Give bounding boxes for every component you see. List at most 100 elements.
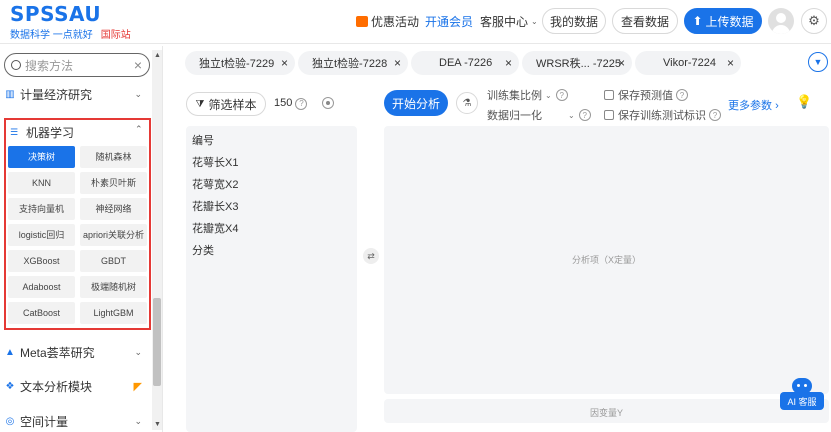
logo-text: SPSSAU — [10, 2, 102, 26]
algo-apriori[interactable]: apriori关联分析 — [80, 224, 147, 246]
intl-site-link[interactable]: 国际站 — [101, 30, 131, 41]
help-icon[interactable]: ? — [578, 109, 591, 121]
close-icon[interactable]: × — [727, 56, 734, 70]
service-center-menu[interactable]: 客服中心 ⌄ — [480, 8, 538, 34]
list-item[interactable]: 分类 — [192, 242, 214, 258]
chevron-up-icon: ⌃ — [135, 124, 143, 134]
tab-7228[interactable]: 独立t检验-7228 × — [298, 51, 408, 75]
ai-service-button[interactable]: AI 客服 — [780, 378, 824, 412]
filter-label: 筛选样本 — [208, 97, 257, 112]
algo-gbdt[interactable]: GBDT — [80, 250, 147, 272]
upload-data-button[interactable]: ⬆ 上传数据 — [684, 8, 762, 34]
search-placeholder: 搜索方法 — [25, 58, 74, 73]
y-zone-label: 因变量Y — [589, 408, 623, 418]
sidebar-scrollbar[interactable]: ▲ ▼ — [152, 50, 162, 430]
view-data-button[interactable]: 查看数据 — [612, 8, 678, 34]
sample-count-value: 150 — [274, 97, 293, 109]
tab-7225[interactable]: WRSR秩... -7225 × — [522, 51, 632, 75]
save-predictions-checkbox[interactable]: 保存预测值? — [604, 87, 688, 103]
list-item[interactable]: 花萼宽X2 — [192, 176, 238, 192]
save-train-label: 保存训练测试标识 — [618, 110, 706, 122]
chevron-down-icon: ⌄ — [134, 415, 142, 426]
normalize-select[interactable]: 数据归一化 ⌄? — [487, 107, 591, 123]
help-icon[interactable]: ? — [676, 89, 688, 101]
scroll-up-icon[interactable]: ▲ — [154, 52, 161, 59]
algo-logistic[interactable]: logistic回归 — [8, 224, 75, 246]
sidebar-item-meta[interactable]: ▲ Meta荟萃研究 ⌄ — [0, 341, 150, 363]
sidebar-item-label: Meta荟萃研究 — [20, 345, 95, 360]
algo-naive-bayes[interactable]: 朴素贝叶斯 — [80, 172, 147, 194]
sidebar-item-label: 文本分析模块 — [20, 379, 93, 394]
algo-random-forest[interactable]: 随机森林 — [80, 146, 147, 168]
algo-extra-trees[interactable]: 极端随机树 — [80, 276, 147, 298]
ai-service-label: AI 客服 — [780, 392, 824, 410]
tab-7224[interactable]: Vikor-7224 × — [635, 51, 741, 75]
algo-catboost[interactable]: CatBoost — [8, 302, 75, 324]
close-icon[interactable]: × — [281, 56, 288, 70]
sidebar-item-text-analysis[interactable]: ❖ 文本分析模块 ◤ — [0, 375, 150, 397]
train-ratio-select[interactable]: 训练集比例 ⌄? — [487, 87, 568, 103]
save-train-flag-checkbox[interactable]: 保存训练测试标识? — [604, 107, 721, 123]
algo-adaboost[interactable]: Adaboost — [8, 276, 75, 298]
vip-link[interactable]: 开通会员 — [425, 8, 473, 34]
help-icon[interactable]: ? — [555, 89, 568, 101]
avatar[interactable] — [768, 8, 794, 34]
algo-svm[interactable]: 支持向量机 — [8, 198, 75, 220]
filter-icon: ⧩ — [195, 98, 205, 110]
help-icon[interactable]: ? — [709, 109, 721, 121]
logo[interactable]: SPSSAU 数据科学 一点就好 国际站 — [10, 4, 131, 41]
chevron-down-icon: ⌄ — [568, 110, 575, 120]
more-params-link[interactable]: 更多参数 › — [728, 97, 779, 113]
sidebar-item-machine-learning[interactable]: ☰ 机器学习 ⌃ — [10, 124, 143, 141]
x-variable-dropzone[interactable]: 分析项（X定量） — [384, 126, 829, 394]
checkbox[interactable] — [604, 110, 614, 120]
slogan-text: 数据科学 一点就好 — [10, 30, 93, 41]
chevron-down-icon: ⌄ — [134, 88, 142, 99]
y-variable-dropzone[interactable]: 因变量Y — [384, 399, 829, 423]
search-input[interactable]: 搜索方法 × — [4, 53, 150, 77]
list-item[interactable]: 花瓣宽X4 — [192, 220, 238, 236]
sidebar-item-econometrics[interactable]: ▥ 计量经济研究 ⌄ — [0, 83, 150, 105]
algo-decision-tree[interactable]: 决策树 — [8, 146, 75, 168]
help-icon[interactable]: ? — [295, 97, 308, 110]
filter-samples-button[interactable]: ⧩ 筛选样本 — [186, 92, 266, 116]
bulb-icon[interactable]: 💡 — [796, 94, 812, 110]
ml-icon: ☰ — [10, 127, 19, 137]
list-item[interactable]: 编号 — [192, 132, 214, 148]
start-analysis-button[interactable]: 开始分析 — [384, 90, 448, 116]
upload-icon: ⬆ — [692, 14, 703, 28]
search-icon — [11, 60, 21, 70]
gear-icon[interactable]: ⚙ — [801, 8, 827, 34]
close-icon[interactable]: × — [394, 56, 401, 70]
flask-icon[interactable]: ⚗ — [456, 92, 478, 114]
algo-xgboost[interactable]: XGBoost — [8, 250, 75, 272]
algo-lightgbm[interactable]: LightGBM — [80, 302, 147, 324]
ml-section: ☰ 机器学习 ⌃ 决策树 随机森林 KNN 朴素贝叶斯 支持向量机 神经网络 l… — [4, 118, 151, 330]
tab-7226[interactable]: DEA -7226 × — [411, 51, 519, 75]
chevron-down-icon[interactable]: ▼ — [808, 52, 828, 72]
sidebar-item-spatial[interactable]: ◎ 空间计量 ⌄ — [0, 410, 150, 432]
close-icon[interactable]: × — [505, 56, 512, 70]
algo-neural-network[interactable]: 神经网络 — [80, 198, 147, 220]
promo-link[interactable]: 优惠活动 — [356, 8, 419, 34]
sample-toggle[interactable] — [322, 97, 334, 109]
tab-label: 独立t检验-7228 — [312, 58, 388, 70]
close-icon[interactable]: × — [134, 57, 142, 73]
scroll-thumb[interactable] — [153, 298, 161, 386]
checkbox[interactable] — [604, 90, 614, 100]
scroll-down-icon[interactable]: ▼ — [154, 421, 161, 428]
triangle-icon: ▲ — [5, 346, 15, 358]
tab-label: DEA -7226 — [439, 57, 493, 69]
algo-knn[interactable]: KNN — [8, 172, 75, 194]
my-data-button[interactable]: 我的数据 — [542, 8, 606, 34]
close-icon[interactable]: × — [618, 56, 625, 70]
chevron-down-icon: ⌄ — [545, 90, 552, 100]
tab-7229[interactable]: 独立t检验-7229 × — [185, 51, 295, 75]
more-params-label: 更多参数 — [728, 100, 772, 112]
chevron-down-icon: ⌄ — [531, 16, 538, 26]
sidebar-item-label: 机器学习 — [26, 126, 75, 140]
swap-icon[interactable]: ⇄ — [363, 248, 379, 264]
service-label: 客服中心 — [480, 14, 529, 29]
list-item[interactable]: 花萼长X1 — [192, 154, 238, 170]
list-item[interactable]: 花瓣长X3 — [192, 198, 238, 214]
